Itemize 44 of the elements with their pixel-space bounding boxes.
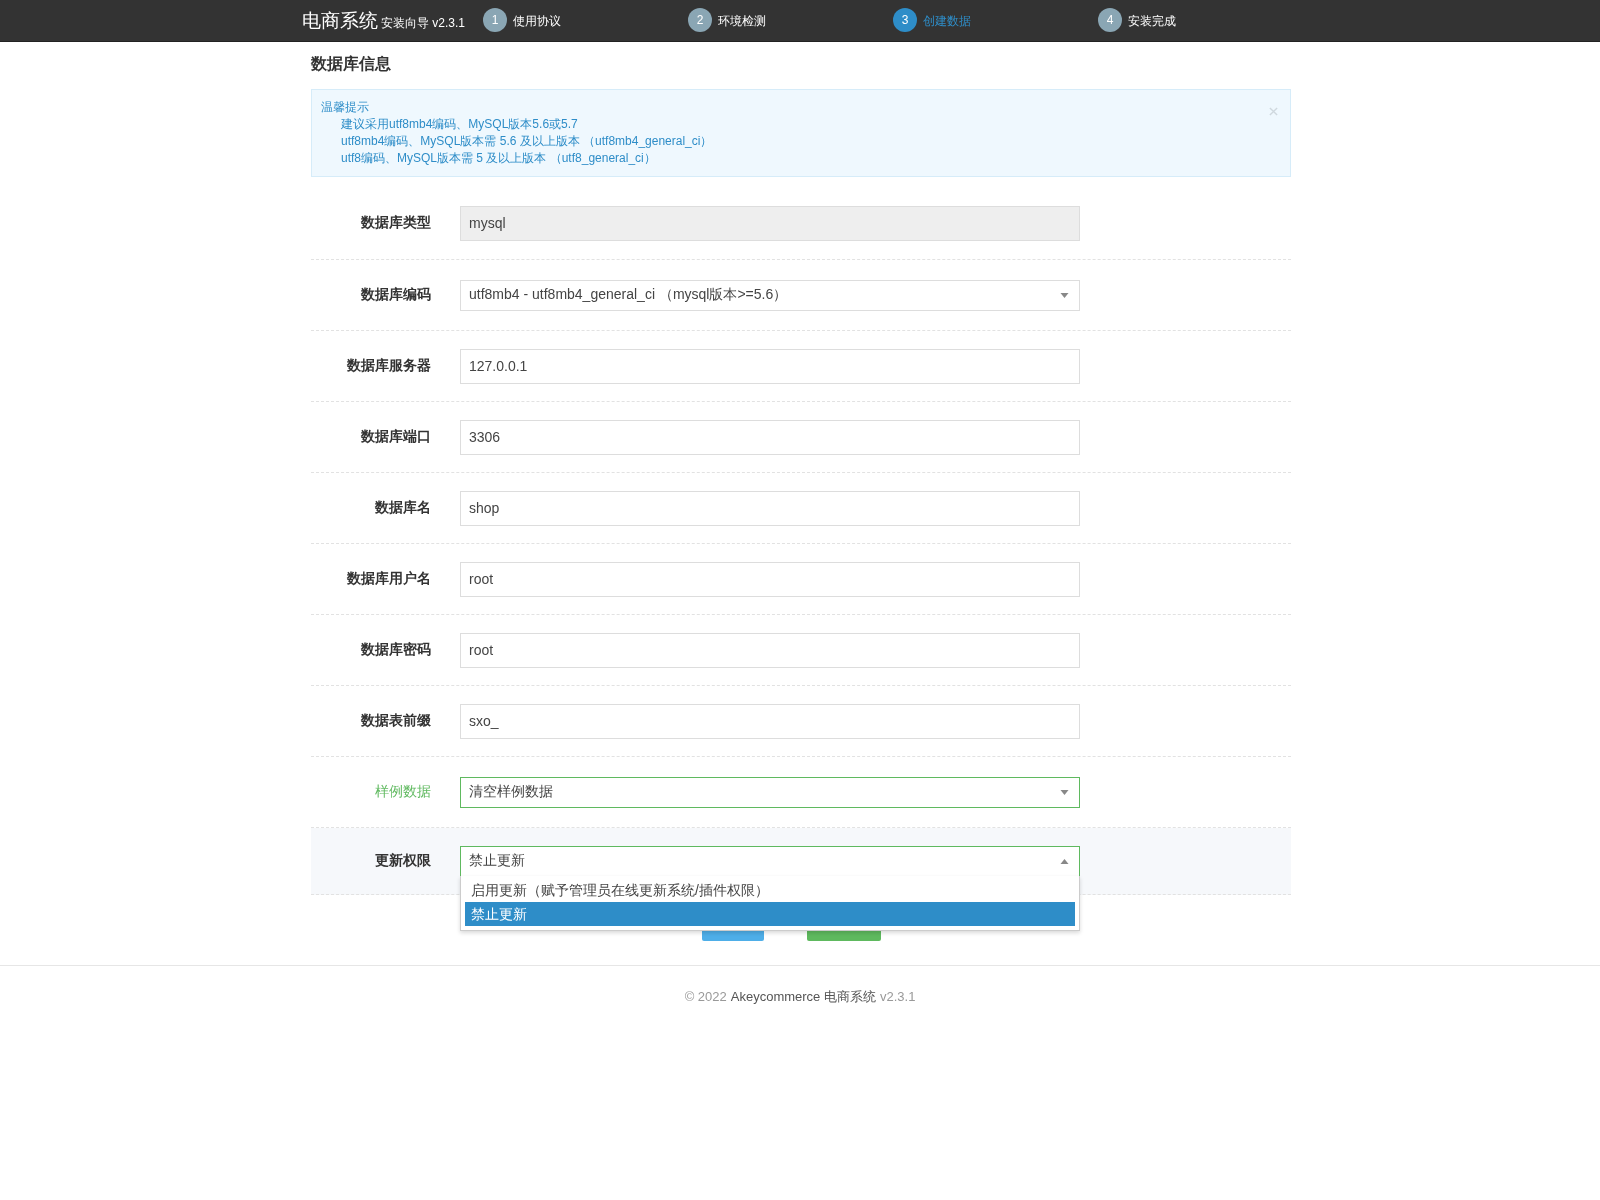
caret-icon — [1060, 292, 1069, 298]
input-field[interactable]: 3306 — [460, 419, 1080, 455]
step-number: 4 — [1098, 7, 1123, 32]
step-label: 使用协议 — [513, 13, 562, 30]
select-dropdown[interactable]: 清空样例数据 — [460, 776, 1080, 808]
input-field[interactable]: root — [460, 561, 1080, 597]
caret-icon — [1060, 858, 1069, 864]
step-label: 创建数据 — [923, 13, 972, 30]
field-label: 数据库编码 — [360, 286, 431, 304]
dropdown-option[interactable]: 禁止更新 — [465, 901, 1075, 926]
field-label: 更新权限 — [374, 852, 431, 870]
step-label: 环境检测 — [718, 13, 767, 30]
alert-title: 温馨提示 — [321, 99, 369, 116]
input-field[interactable]: 127.0.0.1 — [460, 348, 1080, 384]
wizard-version: 安装向导 v2.3.1 — [381, 14, 466, 32]
brand-title: 电商系统 — [302, 8, 378, 33]
input-field[interactable]: shop — [460, 490, 1080, 526]
section-title: 数据库信息 — [311, 54, 392, 74]
select-dropdown[interactable]: utf8mb4 - utf8mb4_general_ci （mysql版本>=5.6） — [460, 279, 1080, 311]
field-label: 数据库端口 — [360, 428, 431, 446]
caret-icon — [1060, 789, 1069, 795]
step-label: 安装完成 — [1128, 13, 1177, 30]
readonly-field: mysql — [460, 205, 1080, 241]
product-name: Akeycommerce 电商系统 — [730, 989, 876, 1004]
field-label: 数据库名 — [374, 499, 431, 517]
step-number: 2 — [688, 7, 713, 32]
field-label: 数据表前缀 — [360, 712, 431, 730]
field-label: 数据库用户名 — [346, 570, 431, 588]
step-number: 3 — [893, 7, 918, 32]
alert-text: utf8mb4编码、MySQL版本需 5.6 及以上版本 （utf8mb4_general_ci） — [340, 133, 713, 150]
copyright-text: © 2022 — [684, 989, 727, 1004]
field-label: 数据库服务器 — [346, 357, 431, 375]
dropdown-option[interactable]: 启用更新（赋予管理员在线更新系统/插件权限） — [465, 877, 1075, 902]
select-dropdown[interactable]: 禁止更新 — [460, 845, 1080, 877]
alert-text: 建议采用utf8mb4编码、MySQL版本5.6或5.7 — [340, 116, 578, 133]
close-icon[interactable] — [1269, 107, 1278, 116]
field-label: 样例数据 — [374, 783, 431, 801]
field-label: 数据库类型 — [360, 214, 431, 232]
input-field[interactable]: root — [460, 632, 1080, 668]
input-field[interactable]: sxo_ — [460, 703, 1080, 739]
step-number: 1 — [483, 7, 508, 32]
alert-text: utf8编码、MySQL版本需 5 及以上版本 （utf8_general_ci） — [340, 150, 656, 167]
field-label: 数据库密码 — [360, 641, 431, 659]
version-text: v2.3.1 — [879, 989, 916, 1004]
